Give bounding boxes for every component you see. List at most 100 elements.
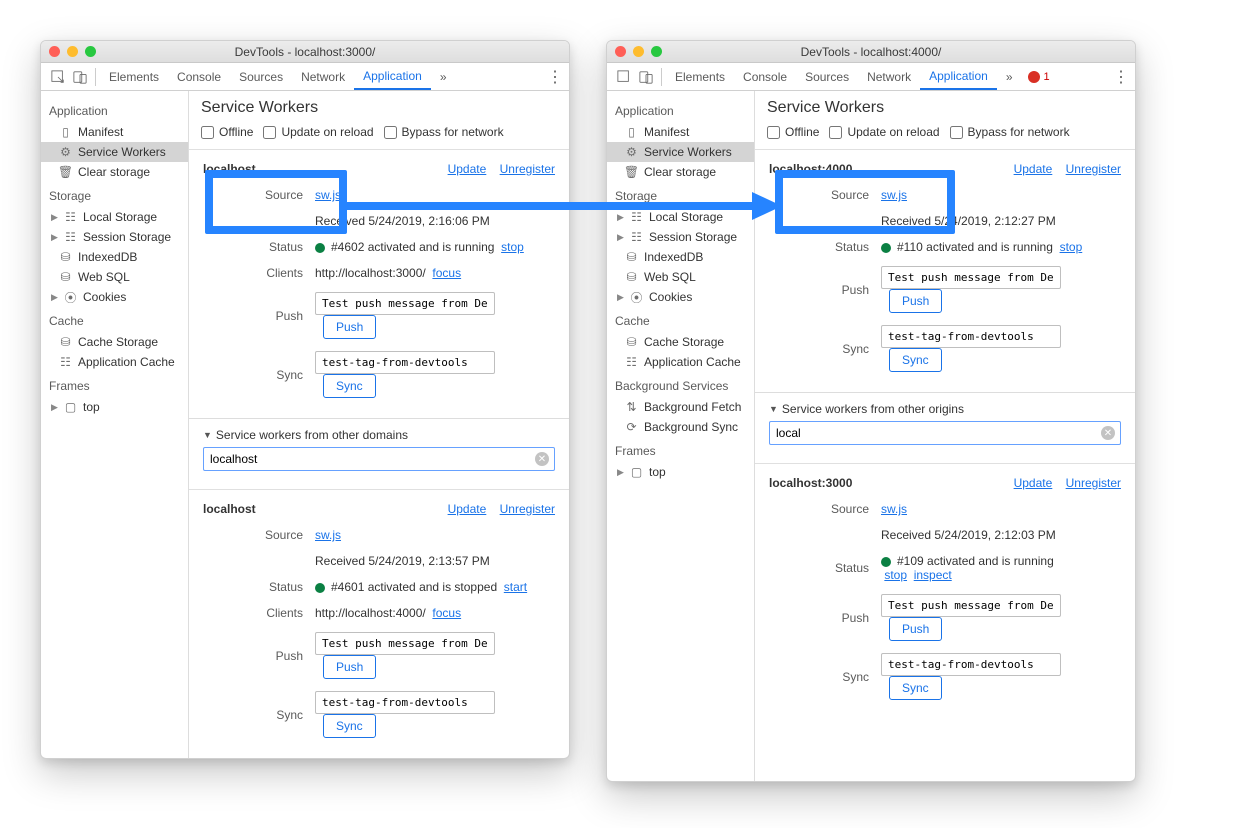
sidebar-item-manifest[interactable]: ▯Manifest (607, 122, 754, 142)
sidebar-item-app-cache[interactable]: ☷Application Cache (607, 352, 754, 372)
sidebar-item-service-workers[interactable]: ⚙Service Workers (41, 142, 188, 162)
update-link[interactable]: Update (448, 162, 487, 176)
push-input[interactable] (881, 594, 1061, 617)
tab-network[interactable]: Network (858, 63, 920, 90)
push-button[interactable]: Push (889, 617, 942, 641)
tab-application[interactable]: Application (354, 63, 431, 90)
other-origins-toggle[interactable]: ▼Service workers from other domains (203, 425, 555, 447)
other-origins-toggle[interactable]: ▼Service workers from other origins (769, 399, 1121, 421)
sync-button[interactable]: Sync (323, 374, 376, 398)
inspect-icon[interactable] (613, 66, 635, 88)
tab-console[interactable]: Console (168, 63, 230, 90)
tab-console[interactable]: Console (734, 63, 796, 90)
push-input[interactable] (881, 266, 1061, 289)
push-input[interactable] (315, 292, 495, 315)
sw-options: Offline Update on reload Bypass for netw… (189, 121, 569, 149)
sidebar-item-label: Application Cache (78, 355, 175, 369)
bypass-network-checkbox[interactable]: Bypass for network (384, 125, 504, 139)
tab-overflow[interactable]: » (997, 63, 1022, 90)
update-link[interactable]: Update (1014, 476, 1053, 490)
clear-icon[interactable]: ✕ (1101, 426, 1115, 440)
sidebar-item-session-storage[interactable]: ▶☷Session Storage (607, 227, 754, 247)
sync-button[interactable]: Sync (323, 714, 376, 738)
sidebar: Application ▯Manifest ⚙Service Workers 🗑… (41, 91, 189, 758)
push-button[interactable]: Push (323, 315, 376, 339)
inspect-icon[interactable] (47, 66, 69, 88)
sidebar-item-local-storage[interactable]: ▶☷Local Storage (41, 207, 188, 227)
sidebar-item-clear-storage[interactable]: 🗑Clear storage (41, 162, 188, 182)
sidebar-item-session-storage[interactable]: ▶☷Session Storage (41, 227, 188, 247)
stop-link[interactable]: stop (1060, 240, 1083, 254)
filter-input[interactable] (203, 447, 555, 471)
sidebar-item-local-storage[interactable]: ▶☷Local Storage (607, 207, 754, 227)
source-link[interactable]: sw.js (315, 188, 341, 202)
update-on-reload-checkbox[interactable]: Update on reload (263, 125, 373, 139)
sidebar-item-indexeddb[interactable]: ⛁IndexedDB (607, 247, 754, 267)
sidebar-item-top-frame[interactable]: ▶▢top (41, 397, 188, 417)
tab-application[interactable]: Application (920, 63, 997, 90)
sidebar-item-websql[interactable]: ⛁Web SQL (607, 267, 754, 287)
bypass-network-checkbox[interactable]: Bypass for network (950, 125, 1070, 139)
gear-icon: ⚙ (59, 146, 72, 159)
other-origins-heading: Service workers from other domains (216, 428, 408, 442)
tab-sources[interactable]: Sources (230, 63, 292, 90)
more-icon[interactable]: ⋮ (547, 67, 563, 87)
tab-sources[interactable]: Sources (796, 63, 858, 90)
device-toolbar-icon[interactable] (69, 66, 91, 88)
sidebar-item-cache-storage[interactable]: ⛁Cache Storage (41, 332, 188, 352)
tab-overflow[interactable]: » (431, 63, 456, 90)
source-link[interactable]: sw.js (315, 528, 341, 542)
sync-input[interactable] (881, 325, 1061, 348)
focus-link[interactable]: focus (432, 266, 461, 280)
offline-checkbox[interactable]: Offline (201, 125, 253, 139)
sidebar-item-bg-sync[interactable]: ⟳Background Sync (607, 417, 754, 437)
sidebar-item-websql[interactable]: ⛁Web SQL (41, 267, 188, 287)
more-icon[interactable]: ⋮ (1113, 67, 1129, 87)
sidebar-item-bg-fetch[interactable]: ⇅Background Fetch (607, 397, 754, 417)
update-link[interactable]: Update (1014, 162, 1053, 176)
device-toolbar-icon[interactable] (635, 66, 657, 88)
sidebar-item-app-cache[interactable]: ☷Application Cache (41, 352, 188, 372)
unregister-link[interactable]: Unregister (500, 502, 555, 516)
update-on-reload-checkbox[interactable]: Update on reload (829, 125, 939, 139)
sidebar-item-service-workers[interactable]: ⚙Service Workers (607, 142, 754, 162)
source-link[interactable]: sw.js (881, 502, 907, 516)
error-badge[interactable]: 1 (1028, 71, 1050, 83)
push-input[interactable] (315, 632, 495, 655)
sync-button[interactable]: Sync (889, 348, 942, 372)
push-button[interactable]: Push (889, 289, 942, 313)
start-link[interactable]: start (504, 580, 527, 594)
source-link[interactable]: sw.js (881, 188, 907, 202)
clients-label: Clients (203, 266, 303, 280)
filter-input[interactable] (769, 421, 1121, 445)
tab-elements[interactable]: Elements (666, 63, 734, 90)
sync-button[interactable]: Sync (889, 676, 942, 700)
unregister-link[interactable]: Unregister (1066, 476, 1121, 490)
stop-link[interactable]: stop (884, 568, 907, 582)
stop-link[interactable]: stop (501, 240, 524, 254)
unregister-link[interactable]: Unregister (500, 162, 555, 176)
update-link[interactable]: Update (448, 502, 487, 516)
titlebar: DevTools - localhost:4000/ (607, 41, 1135, 63)
sidebar-item-cookies[interactable]: ▶⦿Cookies (607, 287, 754, 307)
sync-input[interactable] (315, 351, 495, 374)
push-button[interactable]: Push (323, 655, 376, 679)
sidebar-item-cache-storage[interactable]: ⛁Cache Storage (607, 332, 754, 352)
sidebar-item-top-frame[interactable]: ▶▢top (607, 462, 754, 482)
clear-icon[interactable]: ✕ (535, 452, 549, 466)
sidebar-section-storage: Storage (607, 182, 754, 207)
sidebar-item-manifest[interactable]: ▯Manifest (41, 122, 188, 142)
sidebar-item-cookies[interactable]: ▶⦿Cookies (41, 287, 188, 307)
tab-elements[interactable]: Elements (100, 63, 168, 90)
inspect-link[interactable]: inspect (914, 568, 952, 582)
other-origins-section: ▼Service workers from other origins ✕ (755, 392, 1135, 463)
status-text: #4602 activated and is running (331, 240, 494, 254)
focus-link[interactable]: focus (432, 606, 461, 620)
sidebar-item-clear-storage[interactable]: 🗑Clear storage (607, 162, 754, 182)
unregister-link[interactable]: Unregister (1066, 162, 1121, 176)
sidebar-item-indexeddb[interactable]: ⛁IndexedDB (41, 247, 188, 267)
sync-input[interactable] (315, 691, 495, 714)
offline-checkbox[interactable]: Offline (767, 125, 819, 139)
sync-input[interactable] (881, 653, 1061, 676)
tab-network[interactable]: Network (292, 63, 354, 90)
